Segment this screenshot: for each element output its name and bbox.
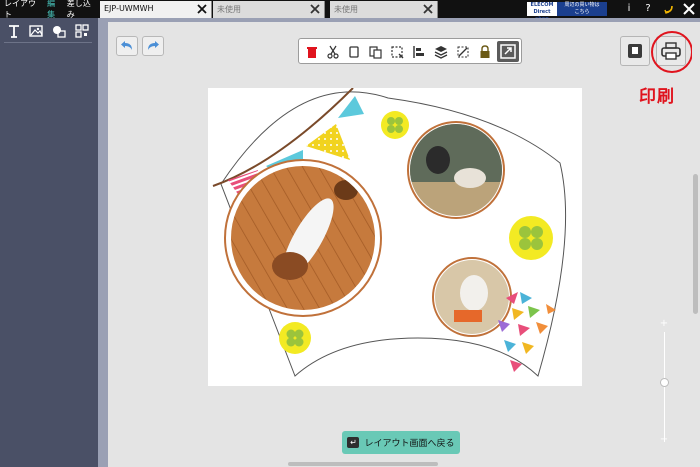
preview-icon [628,44,642,58]
vertical-scrollbar[interactable] [692,22,700,467]
clover-sticker [381,111,409,139]
horizontal-scrollbar[interactable] [108,462,692,467]
fan-design-artwork [212,87,567,377]
bunting-flag [306,124,350,160]
select-icon[interactable] [389,44,405,60]
preview-button[interactable] [620,36,650,66]
document-tab-label: 未使用 [217,5,241,14]
brand-logo: ELECOM Direct shop [527,2,557,22]
fit-icon[interactable] [497,41,519,62]
mode-tab-edit[interactable]: 編集 [47,0,63,20]
top-bar: レイアウト 編集 差し込み EJP-UWMWH 未使用 未使用 ELECOM D… [0,0,700,22]
zoom-out-button[interactable]: − [659,434,669,445]
return-icon: ↵ [347,437,360,448]
mode-tab-layout[interactable]: レイアウト [4,0,43,20]
print-callout-label: 印刷 [639,87,675,107]
close-icon[interactable] [421,2,435,16]
undo-icon [121,41,132,50]
image-tool-icon[interactable] [27,22,45,40]
redo-icon [148,41,159,50]
tool-row [0,22,98,42]
vertical-ruler [98,18,108,467]
brand-promo-line2: こちら [574,9,590,15]
tool-divider [4,42,92,43]
undo-button[interactable] [116,36,138,56]
brand-promo: 周辺の買い物は こちら [557,2,607,16]
clover-sticker [509,216,553,260]
zoom-slider-thumb[interactable] [660,377,669,387]
text-tool-icon[interactable] [5,22,23,40]
delete-icon[interactable] [304,44,320,60]
document-tab-3[interactable]: 未使用 [330,1,438,18]
document-tab-label: EJP-UWMWH [104,4,154,13]
mode-tabs: レイアウト 編集 差し込み [0,0,98,20]
app-window: レイアウト 編集 差し込み EJP-UWMWH 未使用 未使用 ELECOM D… [0,0,700,467]
back-to-layout-label: レイアウト画面へ戻る [364,439,455,449]
vertical-scrollbar-thumb[interactable] [693,174,698,314]
design-canvas[interactable] [208,87,582,386]
document-tab-label: 未使用 [334,5,358,14]
workspace: 印刷 + − ↵ レイアウト画面へ戻る [108,22,693,462]
qrcode-tool-icon[interactable] [73,22,91,40]
zoom-in-button[interactable]: + [659,318,669,329]
transform-icon[interactable] [455,44,471,60]
document-tab-1[interactable]: EJP-UWMWH [100,1,212,18]
paste-icon[interactable] [367,44,383,60]
brand-promo-line1: 周辺の買い物は [564,2,600,8]
brand-name: ELECOM [530,2,554,8]
undo-arrow-icon[interactable] [662,2,676,16]
info-icon[interactable]: i [622,2,636,16]
horizontal-scrollbar-thumb[interactable] [288,462,438,466]
cut-icon[interactable] [325,44,341,60]
close-window-icon[interactable] [682,2,696,16]
copy-icon[interactable] [346,44,362,60]
close-icon[interactable] [195,2,209,16]
print-callout-circle [651,31,693,73]
back-to-layout-button[interactable]: ↵ レイアウト画面へ戻る [342,431,460,454]
shape-tool-icon[interactable] [50,22,68,40]
redo-button[interactable] [142,36,164,56]
layers-icon[interactable] [433,44,449,60]
help-icon[interactable]: ? [641,2,655,16]
document-tab-2[interactable]: 未使用 [213,1,325,18]
mode-tab-merge[interactable]: 差し込み [67,0,98,20]
left-tool-panel [0,18,98,467]
align-icon[interactable] [411,44,427,60]
clover-sticker [279,322,311,354]
edit-toolbar [298,38,522,64]
zoom-slider-track[interactable] [664,332,665,442]
lock-icon[interactable] [477,44,493,60]
close-icon[interactable] [308,2,322,16]
elecom-shop-banner[interactable]: ELECOM Direct shop 周辺の買い物は こちら [527,2,607,22]
